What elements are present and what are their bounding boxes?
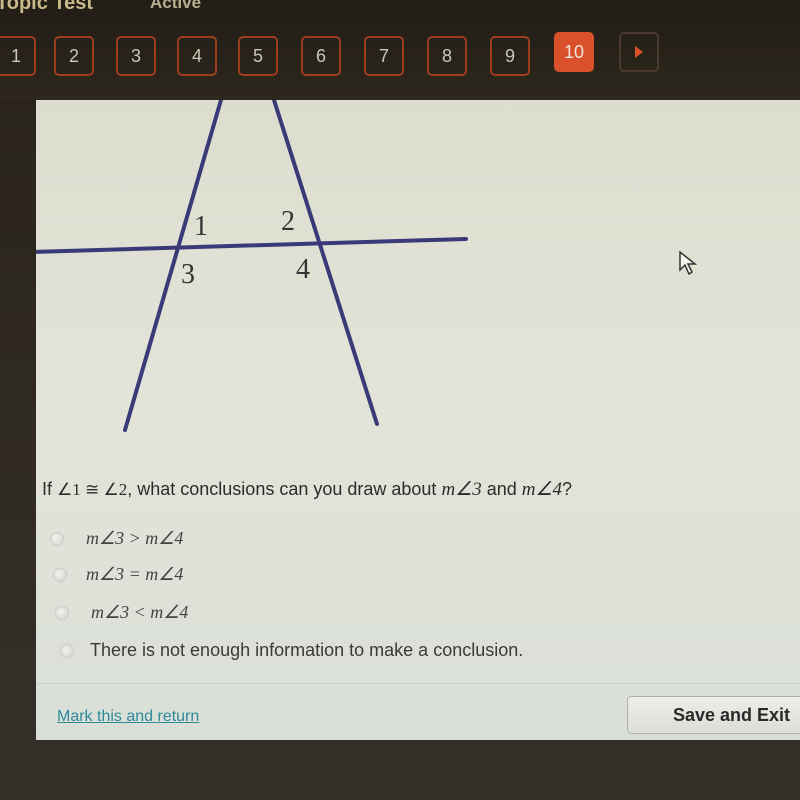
question-navigation: 1 2 3 4 5 6 7 8 9 10 xyxy=(0,32,800,80)
question-number: 7 xyxy=(378,45,389,66)
question-number: 2 xyxy=(68,45,79,66)
save-and-exit-button[interactable]: Save and Exit xyxy=(627,696,800,734)
question-number: 3 xyxy=(130,45,141,66)
question-number: 4 xyxy=(191,45,202,66)
question-middle: , what conclusions can you draw about xyxy=(127,479,442,499)
angle-label-2: 2 xyxy=(281,206,295,237)
answer-option-2[interactable]: m∠3 = m∠4 xyxy=(53,564,183,585)
mouse-cursor-icon xyxy=(679,250,698,276)
question-button-7[interactable]: 7 xyxy=(364,36,404,76)
question-button-1[interactable]: 1 xyxy=(0,36,36,76)
angle-diagram: 1 2 3 4 xyxy=(36,100,468,432)
radio-button[interactable] xyxy=(50,531,64,546)
question-button-10[interactable]: 10 xyxy=(554,32,594,72)
answer-option-4[interactable]: There is not enough information to make … xyxy=(60,640,523,661)
question-button-4[interactable]: 4 xyxy=(177,36,217,76)
radio-button[interactable] xyxy=(55,605,69,620)
question-button-2[interactable]: 2 xyxy=(54,36,94,76)
play-triangle-icon xyxy=(635,46,643,58)
question-button-3[interactable]: 3 xyxy=(116,36,156,76)
mark-and-return-link[interactable]: Mark this and return xyxy=(57,708,199,726)
radio-button[interactable] xyxy=(60,643,74,658)
angle-label-4: 4 xyxy=(296,254,310,285)
answer-option-3[interactable]: m∠3 < m∠4 xyxy=(55,602,188,623)
question-button-8[interactable]: 8 xyxy=(427,36,467,76)
top-bar: Topic Test Active 1 2 3 4 5 6 7 8 9 10 xyxy=(0,0,800,100)
question-angle-b: m∠4 xyxy=(521,479,563,500)
question-number: 6 xyxy=(315,45,326,66)
test-title: Topic Test xyxy=(0,0,94,14)
question-given: ∠1 ≅ ∠2 xyxy=(57,480,128,499)
question-button-9[interactable]: 9 xyxy=(490,36,530,76)
horizontal-line xyxy=(36,237,468,254)
right-transversal xyxy=(272,100,379,426)
question-number: 5 xyxy=(252,45,263,66)
option-label: There is not enough information to make … xyxy=(90,640,524,660)
left-transversal xyxy=(123,100,223,432)
option-label: m∠3 = m∠4 xyxy=(86,564,184,584)
answer-option-1[interactable]: m∠3 > m∠4 xyxy=(50,528,183,549)
test-status: Active xyxy=(150,0,202,12)
question-panel: 1 2 3 4 If ∠1 ≅ ∠2, what conclusions can… xyxy=(36,100,800,740)
option-label: m∠3 < m∠4 xyxy=(91,602,189,622)
question-number: 10 xyxy=(563,41,585,62)
option-label: m∠3 > m∠4 xyxy=(86,528,184,548)
angle-label-3: 3 xyxy=(181,259,195,290)
question-number: 8 xyxy=(441,45,452,66)
question-angle-a: m∠3 xyxy=(441,479,482,500)
question-prefix: If xyxy=(42,479,58,499)
question-button-6[interactable]: 6 xyxy=(301,36,341,76)
question-suffix: ? xyxy=(562,479,573,499)
radio-button[interactable] xyxy=(53,567,67,582)
next-question-button[interactable] xyxy=(619,32,659,72)
angle-label-1: 1 xyxy=(194,211,208,242)
question-number: 9 xyxy=(504,45,515,66)
divider xyxy=(36,683,800,684)
question-button-5[interactable]: 5 xyxy=(238,36,278,76)
question-text: If ∠1 ≅ ∠2, what conclusions can you dra… xyxy=(42,478,572,501)
question-number: 1 xyxy=(10,45,21,66)
question-and: and xyxy=(481,479,522,499)
